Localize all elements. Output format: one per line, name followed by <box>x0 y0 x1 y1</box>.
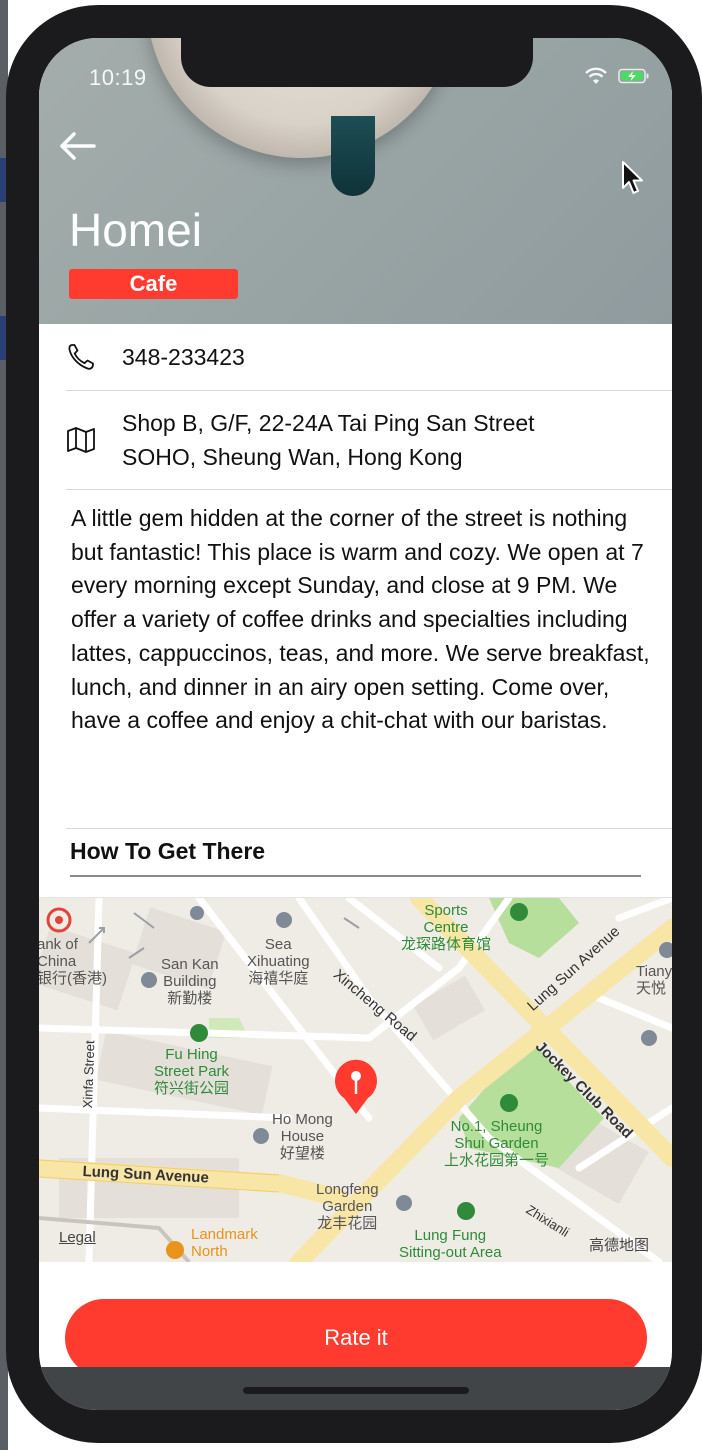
map-legal-link[interactable]: Legal <box>59 1229 96 1246</box>
place-title: Homei <box>69 204 202 256</box>
address-text: Shop B, G/F, 22-24A Tai Ping San Street … <box>122 406 535 474</box>
map-label-ho-mong: Ho Mong House 好望楼 <box>272 1111 333 1162</box>
home-indicator[interactable] <box>243 1387 469 1394</box>
status-time: 10:19 <box>89 65 147 90</box>
category-badge: Cafe <box>69 269 238 299</box>
mouse-cursor-icon <box>621 160 647 201</box>
map-label-san-kan: San Kan Building 新勤楼 <box>161 956 219 1007</box>
map-label-xinfa-street: Xinfa Street <box>79 1040 98 1109</box>
back-button[interactable] <box>57 128 97 164</box>
phone-row[interactable]: 348-233423 <box>66 324 672 391</box>
map-label-fu-hing: Fu Hing Street Park 符兴街公园 <box>154 1046 230 1097</box>
address-row[interactable]: Shop B, G/F, 22-24A Tai Ping San Street … <box>66 391 672 490</box>
heading-underline <box>70 875 641 877</box>
map-icon <box>66 425 122 455</box>
map-label-landmark-north: Landmark North <box>191 1226 258 1260</box>
coffee-cup-handle-image <box>331 116 375 196</box>
address-line-2: SOHO, Sheung Wan, Hong Kong <box>122 444 463 470</box>
map-label-tiany: Tiany 天悦 <box>636 963 672 997</box>
phone-frame: 10:19 Homei Cafe 348-233423 Shop B, G/F,… <box>6 5 702 1443</box>
phone-icon <box>66 342 122 372</box>
map-provider-logo: 高德地图 <box>589 1237 650 1254</box>
phone-number: 348-233423 <box>122 344 245 370</box>
map-label-sea-xihuating: Sea Xihuating 海禧华庭 <box>247 936 310 987</box>
map-label-lung-fung: Lung Fung Sitting-out Area <box>399 1227 502 1261</box>
arrow-left-icon <box>60 132 96 160</box>
map-label-sports-centre: Sports Centre 龙琛路体育馆 <box>401 902 492 953</box>
map-label-no1-sheung-shui: No.1, Sheung Shui Garden 上水花园第一号 <box>444 1118 550 1169</box>
divider <box>66 828 672 829</box>
address-line-1: Shop B, G/F, 22-24A Tai Ping San Street <box>122 410 535 436</box>
location-map[interactable]: ank of China 银行(香港) San Kan Building 新勤楼… <box>39 898 672 1262</box>
status-icons <box>584 67 650 90</box>
map-label-bank: ank of China 银行(香港) <box>39 936 107 987</box>
map-label-longfeng: Longfeng Garden 龙丰花园 <box>316 1181 379 1232</box>
place-description: A little gem hidden at the corner of the… <box>71 505 650 734</box>
wifi-icon <box>584 67 608 90</box>
device-notch <box>181 38 533 87</box>
battery-charging-icon <box>618 68 650 89</box>
rate-it-button[interactable]: Rate it <box>65 1299 647 1377</box>
app-screen: 10:19 Homei Cafe 348-233423 Shop B, G/F,… <box>39 38 672 1410</box>
directions-heading: How To Get There <box>70 838 266 864</box>
